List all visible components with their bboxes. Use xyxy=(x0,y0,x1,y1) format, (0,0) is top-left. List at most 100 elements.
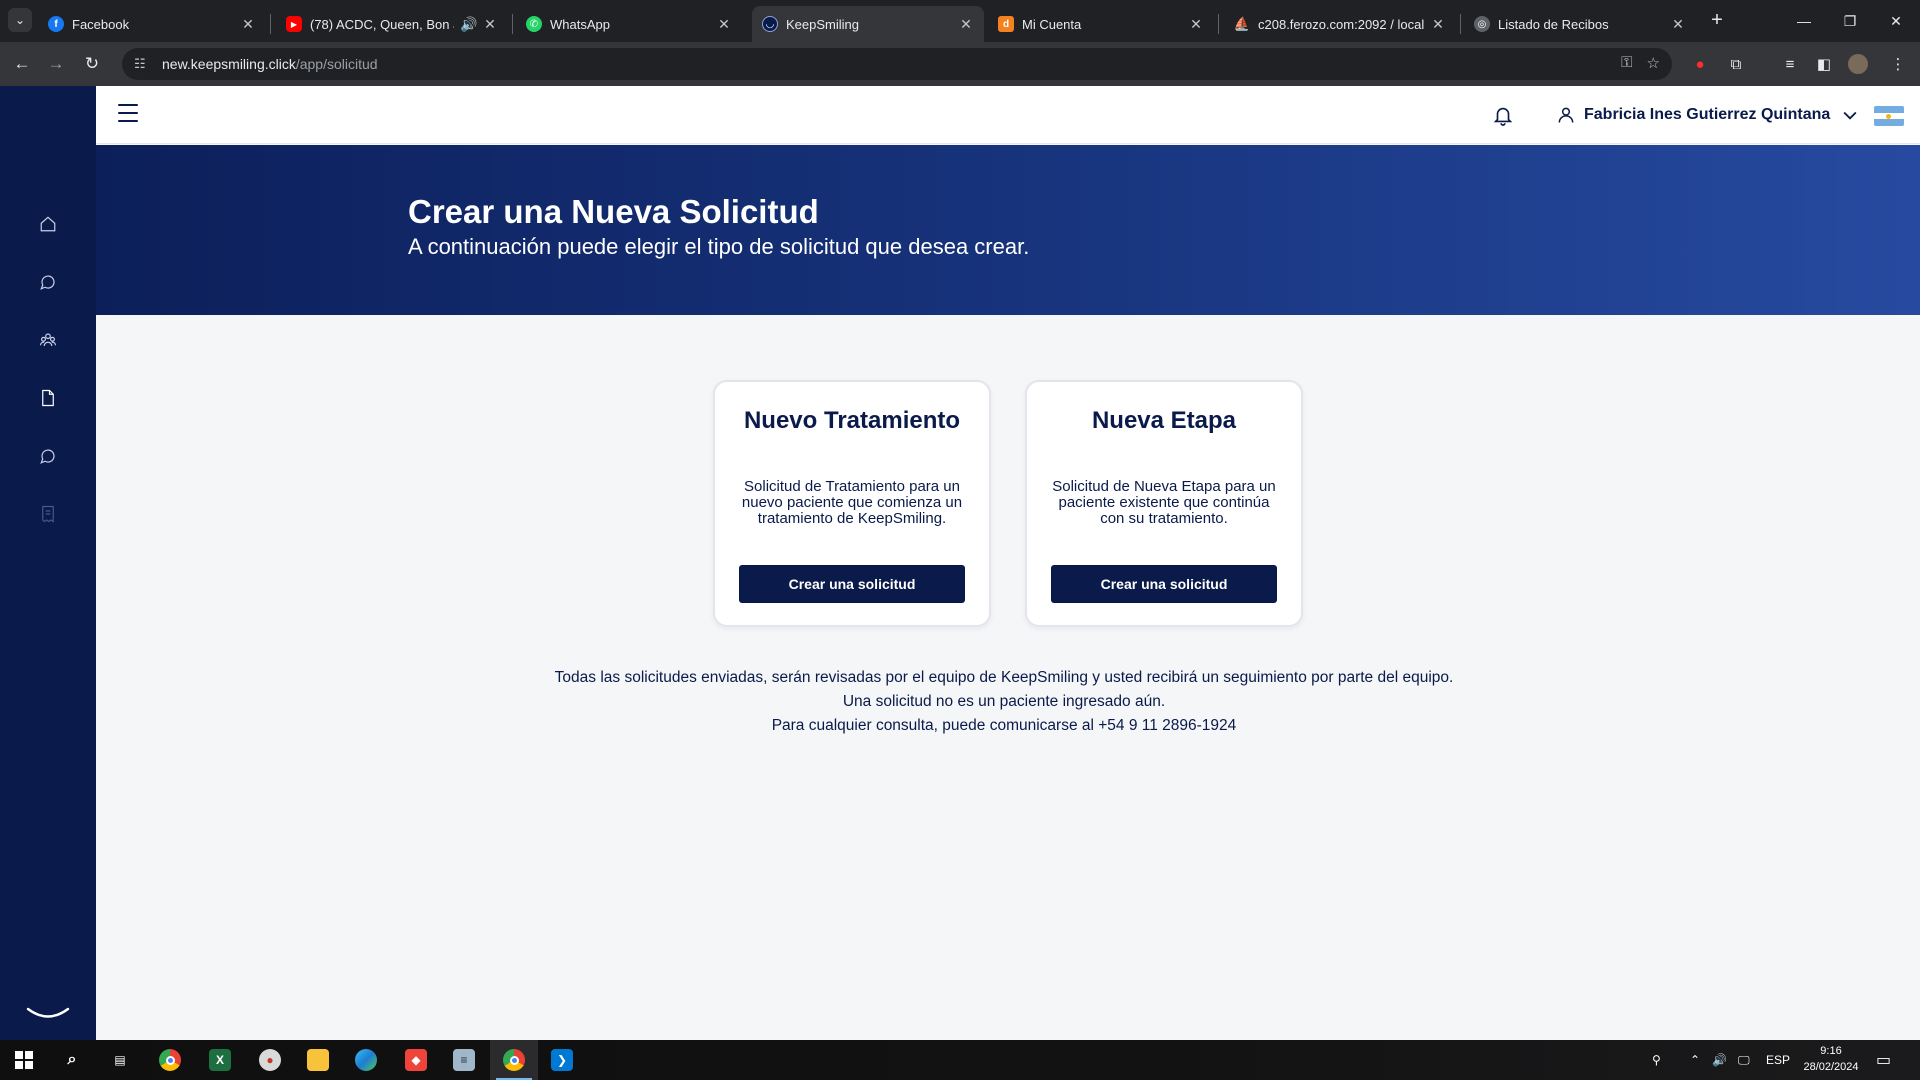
folder-icon xyxy=(307,1049,329,1071)
forward-button[interactable]: → xyxy=(44,52,68,76)
keepsmiling-logo xyxy=(26,1007,70,1018)
tab-mi-cuenta[interactable]: d Mi Cuenta ✕ xyxy=(988,6,1214,42)
receipt-icon xyxy=(42,505,54,523)
sidebar-item-support[interactable] xyxy=(36,444,60,468)
notepad-icon: ≡ xyxy=(453,1049,475,1071)
close-window-button[interactable]: ✕ xyxy=(1876,6,1916,36)
taskbar-edge[interactable] xyxy=(342,1040,390,1080)
chrome-profile-icon xyxy=(503,1049,525,1071)
page-subtitle: A continuación puede elegir el tipo de s… xyxy=(408,234,1030,259)
new-tab-button[interactable]: + xyxy=(1705,9,1729,32)
site-info-icon[interactable]: ☷ xyxy=(134,56,154,72)
network-icon[interactable]: 🖵 xyxy=(1738,1040,1750,1080)
menu-toggle-icon[interactable] xyxy=(118,104,138,122)
tab-youtube[interactable]: ▶ (78) ACDC, Queen, Bon Jovi 🔊 ✕ xyxy=(276,6,508,42)
task-view-button[interactable]: ▤ xyxy=(96,1040,144,1080)
reload-button[interactable]: ↻ xyxy=(80,52,104,76)
create-stage-request-button[interactable]: Crear una solicitud xyxy=(1051,565,1277,603)
card-nuevo-tratamiento: Nuevo Tratamiento Solicitud de Tratamien… xyxy=(713,380,991,627)
close-tab-icon[interactable]: ✕ xyxy=(1188,16,1204,33)
extension-icon[interactable]: ● xyxy=(1688,52,1712,76)
taskbar-paint[interactable]: ● xyxy=(246,1040,294,1080)
extensions-puzzle-icon[interactable]: ⧉ xyxy=(1724,52,1748,76)
search-button[interactable]: ⌕ xyxy=(48,1040,96,1080)
sidebar-item-home[interactable] xyxy=(36,212,60,236)
back-button[interactable]: ← xyxy=(10,52,34,76)
users-icon xyxy=(39,333,57,347)
chrome-menu-icon[interactable]: ⋮ xyxy=(1886,52,1910,76)
anydesk-icon: ◆ xyxy=(405,1049,427,1071)
close-tab-icon[interactable]: ✕ xyxy=(482,16,498,33)
close-tab-icon[interactable]: ✕ xyxy=(1430,16,1446,33)
vscode-icon: ❯ xyxy=(551,1049,573,1071)
tab-listado-recibos[interactable]: ◎ Listado de Recibos ✕ xyxy=(1464,6,1696,42)
sidebar-item-messages[interactable] xyxy=(36,270,60,294)
address-bar[interactable]: ☷ new.keepsmiling.click/app/solicitud ⚿ … xyxy=(122,48,1672,80)
excel-icon: X xyxy=(209,1049,231,1071)
taskbar-vscode[interactable]: ❯ xyxy=(538,1040,586,1080)
volume-icon[interactable]: 🔊 xyxy=(1712,1040,1727,1080)
side-panel-icon[interactable]: ◧ xyxy=(1812,52,1836,76)
note-line: Una solicitud no es un paciente ingresad… xyxy=(842,693,1166,710)
password-key-icon[interactable]: ⚿ xyxy=(1621,54,1632,72)
sidebar-item-requests[interactable] xyxy=(36,386,60,410)
tab-title: Listado de Recibos xyxy=(1498,16,1609,32)
argentina-flag-icon[interactable] xyxy=(1874,106,1904,126)
taskbar-anydesk[interactable]: ◆ xyxy=(392,1040,440,1080)
close-tab-icon[interactable]: ✕ xyxy=(1670,16,1686,33)
whatsapp-icon: ✆ xyxy=(526,16,542,32)
close-tab-icon[interactable]: ✕ xyxy=(240,16,256,33)
paint-icon: ● xyxy=(259,1049,281,1071)
chevron-down-icon xyxy=(1843,111,1857,120)
tab-title: WhatsApp xyxy=(550,16,610,32)
card-title: Nueva Etapa xyxy=(1091,407,1237,434)
card-description: Solicitud de Tratamiento para un nuevo p… xyxy=(741,478,963,527)
taskbar-notepad[interactable]: ≡ xyxy=(440,1040,488,1080)
info-notes: Todas las solicitudes enviadas, serán re… xyxy=(96,666,1912,738)
user-menu[interactable]: Fabricia Ines Gutierrez Quintana xyxy=(1556,102,1860,128)
taskbar-chrome-profile[interactable] xyxy=(490,1040,538,1080)
taskbar-excel[interactable]: X xyxy=(196,1040,244,1080)
tab-search-button[interactable]: ⌄ xyxy=(8,8,32,32)
close-tab-icon[interactable]: ✕ xyxy=(958,16,974,33)
account-icon: d xyxy=(998,16,1014,32)
tray-overflow-icon[interactable]: ⌃ xyxy=(1690,1040,1700,1080)
tab-title: Mi Cuenta xyxy=(1022,16,1082,32)
chat-bubble-icon xyxy=(40,449,55,464)
document-icon xyxy=(42,389,54,407)
main-content: Nuevo Tratamiento Solicitud de Tratamien… xyxy=(96,315,1920,1040)
taskbar-file-explorer[interactable] xyxy=(294,1040,342,1080)
people-icon[interactable]: ⚲ xyxy=(1652,1040,1661,1080)
minimize-button[interactable]: — xyxy=(1784,6,1824,36)
tab-whatsapp[interactable]: ✆ WhatsApp ✕ xyxy=(516,6,742,42)
user-name: Fabricia Ines Gutierrez Quintana xyxy=(1584,106,1831,123)
note-line: Para cualquier consulta, puede comunicar… xyxy=(771,717,1237,734)
globe-icon: ◎ xyxy=(1474,16,1490,32)
taskbar-chrome[interactable] xyxy=(146,1040,194,1080)
windows-taskbar: ⌕ ▤ X ● ◆ ≡ ❯ ⚲ ⌃ 🔊 🖵 ESP 9:16 28/02/202… xyxy=(0,1040,1920,1080)
profile-avatar[interactable] xyxy=(1848,54,1868,74)
tab-keepsmiling[interactable]: ◡ KeepSmiling ✕ xyxy=(752,6,984,42)
browser-toolbar: ← → ↻ ☷ new.keepsmiling.click/app/solici… xyxy=(0,42,1920,86)
system-clock[interactable]: 9:16 28/02/2024 xyxy=(1796,1043,1866,1075)
restore-button[interactable]: ❐ xyxy=(1830,6,1870,36)
tab-phpmyadmin[interactable]: ⛵ c208.ferozo.com:2092 / localho ✕ xyxy=(1224,6,1456,42)
language-indicator[interactable]: ESP xyxy=(1766,1040,1790,1080)
tab-facebook[interactable]: f Facebook ✕ xyxy=(38,6,266,42)
notifications-icon[interactable]: ▭ xyxy=(1876,1040,1891,1080)
user-icon xyxy=(1558,107,1574,123)
sidebar-item-patients[interactable] xyxy=(36,328,60,352)
start-button[interactable] xyxy=(0,1040,48,1080)
create-treatment-request-button[interactable]: Crear una solicitud xyxy=(739,565,965,603)
sidebar-item-receipts[interactable] xyxy=(36,502,60,526)
close-tab-icon[interactable]: ✕ xyxy=(716,16,732,33)
app-header: Fabricia Ines Gutierrez Quintana xyxy=(96,86,1920,144)
bookmark-star-icon[interactable]: ☆ xyxy=(1647,54,1660,72)
notifications-bell-icon[interactable] xyxy=(1492,104,1514,126)
browser-tab-bar: ⌄ f Facebook ✕ ▶ (78) ACDC, Queen, Bon J… xyxy=(0,0,1920,42)
note-line: Todas las solicitudes enviadas, serán re… xyxy=(554,669,1454,686)
media-queue-icon[interactable]: ≡ xyxy=(1778,52,1802,76)
search-icon: ⌕ xyxy=(67,1051,77,1068)
tab-title: c208.ferozo.com:2092 / localho xyxy=(1258,16,1424,32)
speaker-icon[interactable]: 🔊 xyxy=(460,16,477,33)
